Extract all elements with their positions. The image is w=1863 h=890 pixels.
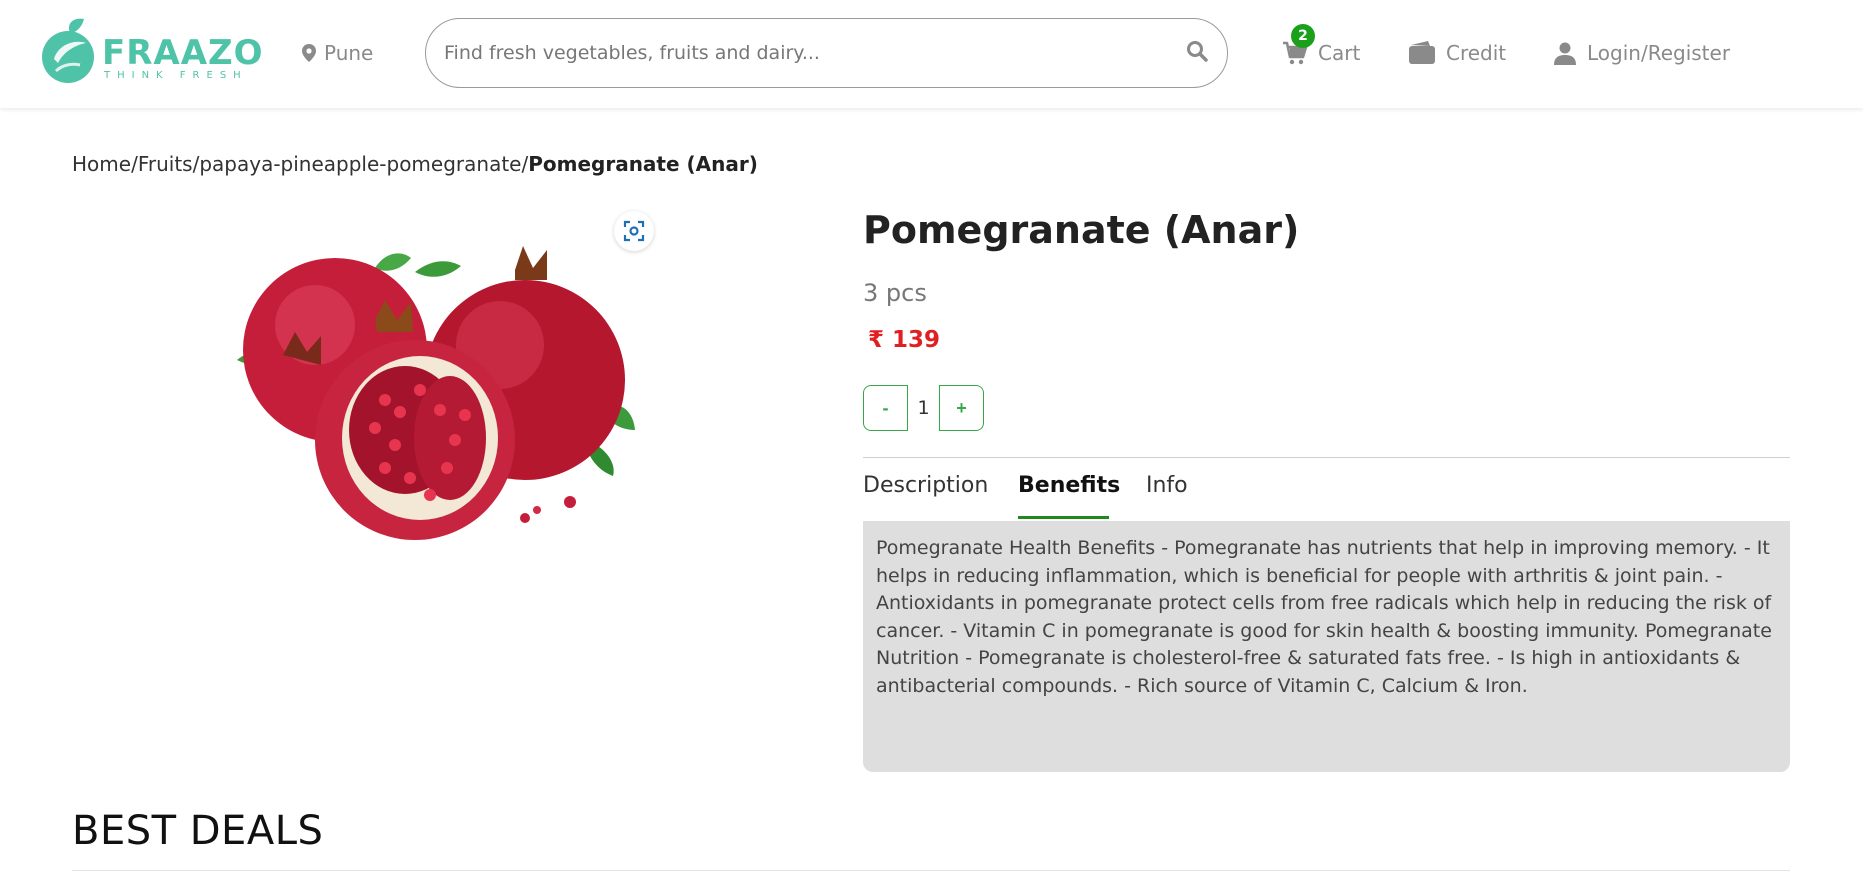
- breadcrumb-current: Pomegranate (Anar): [528, 152, 758, 176]
- section-divider: [72, 870, 1790, 871]
- benefits-panel: Pomegranate Health Benefits - Pomegranat…: [863, 521, 1790, 772]
- login-register-label: Login/Register: [1587, 41, 1731, 65]
- breadcrumb-fruits[interactable]: Fruits: [138, 152, 193, 176]
- location-selector[interactable]: Pune: [302, 40, 373, 66]
- quantity-decrease-button[interactable]: -: [863, 385, 908, 431]
- tab-benefits[interactable]: Benefits: [1018, 473, 1120, 498]
- logo-leaf-icon: [42, 18, 94, 83]
- wallet-icon: [1409, 41, 1435, 64]
- cart-count-badge: 2: [1291, 24, 1315, 48]
- zoom-icon: [623, 220, 645, 242]
- logo-tagline: THINK FRESH: [104, 70, 248, 81]
- quantity-increase-button[interactable]: +: [939, 385, 984, 431]
- top-header: FRAAZO THINK FRESH Pune Cart 2 Credit: [0, 0, 1863, 108]
- tab-divider: [863, 457, 1790, 458]
- search-bar: [425, 18, 1228, 88]
- location-label: Pune: [324, 41, 374, 65]
- credit-link[interactable]: Credit: [1408, 38, 1506, 68]
- product-price: ₹ 139: [868, 327, 941, 353]
- breadcrumb-separator: /: [131, 152, 138, 176]
- best-deals-title: BEST DEALS: [72, 808, 324, 854]
- active-tab-indicator: [1018, 516, 1109, 519]
- breadcrumb-separator: /: [521, 152, 529, 176]
- breadcrumb: Home / Fruits / papaya-pineapple-pomegrana…: [72, 152, 758, 176]
- breadcrumb-separator: /: [192, 152, 200, 176]
- search-input[interactable]: [444, 33, 1144, 73]
- logo-text: FRAAZO: [102, 33, 264, 73]
- tab-description[interactable]: Description: [863, 473, 988, 498]
- location-pin-icon: [302, 44, 316, 62]
- zoom-button[interactable]: [614, 211, 654, 251]
- cart-label: Cart: [1318, 41, 1361, 65]
- quantity-value: 1: [917, 397, 930, 419]
- credit-label: Credit: [1446, 41, 1507, 65]
- fraazo-logo[interactable]: FRAAZO THINK FRESH: [40, 17, 263, 89]
- product-title: Pomegranate (Anar): [863, 208, 1300, 252]
- product-quantity-unit: 3 pcs: [863, 279, 927, 307]
- breadcrumb-home[interactable]: Home: [72, 152, 131, 176]
- breadcrumb-category[interactable]: papaya-pineapple-pomegranate: [199, 152, 521, 176]
- tab-info[interactable]: Info: [1146, 473, 1188, 498]
- user-icon: [1554, 42, 1576, 65]
- search-icon[interactable]: [1186, 40, 1208, 62]
- login-register-link[interactable]: Login/Register: [1553, 38, 1730, 68]
- product-image[interactable]: [225, 240, 645, 550]
